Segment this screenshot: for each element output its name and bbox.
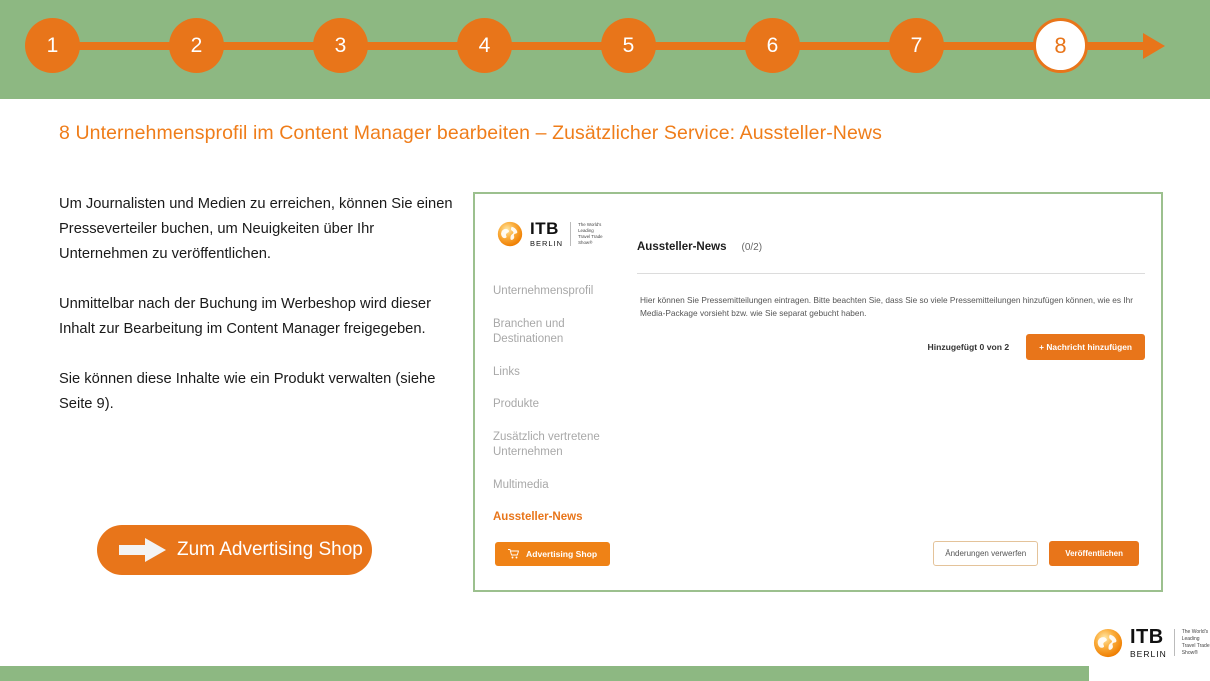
itb-tagline-line-3: Travel Trade — [578, 233, 603, 239]
step-circle-5[interactable]: 5 — [601, 18, 656, 73]
step-circle-7[interactable]: 7 — [889, 18, 944, 73]
discard-changes-button[interactable]: Änderungen verwerfen — [933, 541, 1039, 566]
panel-description: Hier können Sie Pressemitteilungen eintr… — [640, 295, 1134, 318]
footer-itb-logo: ITB BERLIN The World's Leading Travel Tr… — [1093, 627, 1210, 659]
itb-tagline: The World's Leading Travel Trade Show® — [570, 221, 603, 246]
advertising-shop-cta-label: Zum Advertising Shop — [177, 539, 363, 560]
step-progress-bar: 1 2 3 4 5 6 7 8 — [0, 0, 1210, 99]
panel-itb-logo: ITB BERLIN The World's Leading Travel Tr… — [497, 220, 603, 248]
step-label: 4 — [478, 33, 491, 57]
panel-content-header: Aussteller-News (0/2) — [637, 241, 762, 253]
panel-footer-actions: Änderungen verwerfen Veröffentlichen — [933, 541, 1139, 566]
step-circle-4[interactable]: 4 — [457, 18, 512, 73]
itb-name: ITB — [530, 219, 559, 238]
step-arrow-icon — [1143, 33, 1165, 59]
step-circle-1[interactable]: 1 — [25, 18, 80, 73]
itb-tagline-line-1: The World's — [1181, 629, 1209, 636]
advertising-shop-cta-button[interactable]: Zum Advertising Shop — [97, 525, 372, 575]
advertising-shop-button[interactable]: Advertising Shop — [495, 542, 611, 566]
step-label: 7 — [910, 33, 923, 57]
body-copy: Um Journalisten und Medien zu erreichen,… — [59, 192, 459, 417]
itb-name: ITB — [1130, 626, 1164, 648]
globe-icon — [1093, 628, 1123, 657]
itb-wordmark: ITB BERLIN — [1130, 627, 1167, 659]
itb-tagline-line-1: The World's — [578, 221, 602, 227]
step-circle-8-current[interactable]: 8 — [1033, 18, 1088, 73]
sidebar-item-links[interactable]: Links — [493, 365, 633, 381]
shopping-cart-icon — [508, 549, 519, 559]
added-count-label: Hinzugefügt 0 von 2 — [927, 342, 1010, 352]
sidebar-item-produkte[interactable]: Produkte — [493, 397, 633, 413]
step-label: 2 — [190, 33, 203, 57]
step-label: 6 — [766, 33, 779, 57]
page-title: 8 Unternehmensprofil im Content Manager … — [59, 122, 882, 144]
sidebar-item-aussteller-news[interactable]: Aussteller-News — [493, 510, 633, 526]
paragraph-3: Sie können diese Inhalte wie ein Produkt… — [59, 371, 436, 412]
itb-tagline-line-4: Show® — [1181, 649, 1198, 656]
step-circle-2[interactable]: 2 — [169, 18, 224, 73]
itb-tagline-line-3: Travel Trade — [1181, 642, 1210, 649]
panel-add-row: Hinzugefügt 0 von 2 + Nachricht hinzufüg… — [640, 334, 1145, 360]
publish-button[interactable]: Veröffentlichen — [1049, 541, 1139, 566]
step-label: 8 — [1054, 32, 1067, 58]
paragraph-1: Um Journalisten und Medien zu erreichen,… — [59, 196, 453, 262]
add-message-button[interactable]: + Nachricht hinzufügen — [1026, 334, 1145, 360]
itb-city: BERLIN — [1130, 649, 1167, 659]
advertising-shop-button-label: Advertising Shop — [526, 549, 598, 559]
itb-city: BERLIN — [530, 239, 564, 248]
sidebar-item-unternehmensprofil[interactable]: Unternehmensprofil — [493, 284, 633, 300]
itb-tagline: The World's Leading Travel Trade Show® — [1173, 629, 1210, 657]
arrow-right-icon — [119, 538, 166, 562]
panel-header-count: (0/2) — [741, 242, 763, 253]
panel-sidebar-nav: Unternehmensprofil Branchen und Destinat… — [493, 284, 633, 543]
step-label: 5 — [622, 33, 635, 57]
panel-divider — [637, 273, 1145, 274]
globe-icon — [497, 221, 523, 246]
content-manager-screenshot-panel: ITB BERLIN The World's Leading Travel Tr… — [473, 192, 1163, 592]
step-label: 3 — [334, 33, 347, 57]
step-circle-3[interactable]: 3 — [313, 18, 368, 73]
itb-wordmark: ITB BERLIN — [530, 220, 563, 248]
step-circle-6[interactable]: 6 — [745, 18, 800, 73]
sidebar-item-zusaetzlich-vertretene-unternehmen[interactable]: Zusätzlich vertretene Unternehmen — [493, 430, 633, 461]
step-label: 1 — [46, 33, 59, 57]
itb-tagline-line-4: Show® — [578, 239, 593, 245]
paragraph-2: Unmittelbar nach der Buchung im Werbesho… — [59, 296, 431, 337]
sidebar-item-branchen-destinationen[interactable]: Branchen und Destinationen — [493, 317, 633, 348]
sidebar-item-multimedia[interactable]: Multimedia — [493, 478, 633, 494]
itb-tagline-line-2: Leading — [1181, 636, 1200, 642]
panel-header-title: Aussteller-News — [637, 241, 727, 253]
footer-bar — [0, 666, 1089, 681]
